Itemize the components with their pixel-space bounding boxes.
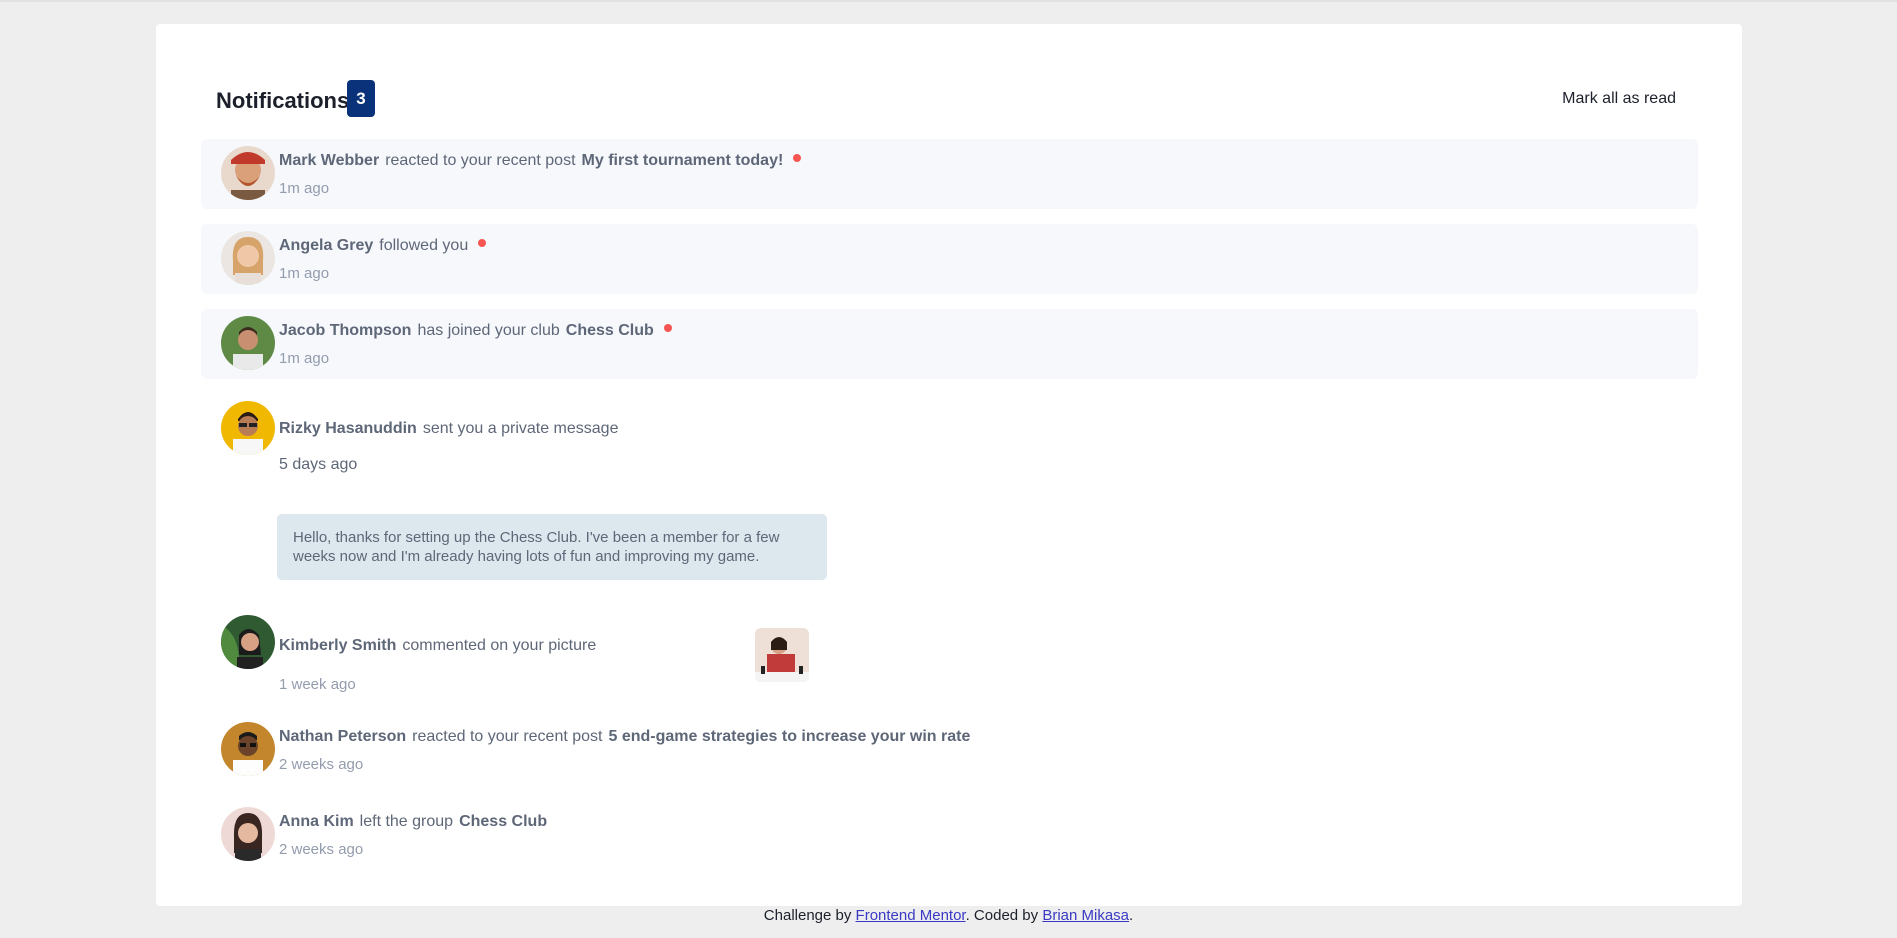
frontend-mentor-link[interactable]: Frontend Mentor	[856, 907, 966, 924]
footer-middle: . Coded by	[965, 907, 1043, 924]
user-name-link[interactable]: Nathan Peterson	[279, 728, 406, 745]
notification-time: 5 days ago	[279, 456, 358, 473]
private-message[interactable]: Hello, thanks for setting up the Chess C…	[277, 514, 827, 580]
notification-time: 2 weeks ago	[279, 756, 364, 773]
user-name-link[interactable]: Mark Webber	[279, 152, 379, 169]
notification-text: Angela Grey followed you	[279, 237, 487, 255]
user-name-link[interactable]: Jacob Thompson	[279, 322, 411, 339]
unread-dot-icon	[478, 239, 487, 247]
attribution-footer: Challenge by Frontend Mentor. Coded by B…	[0, 907, 1897, 924]
notification-text: Jacob Thompson has joined your club Chess …	[279, 322, 672, 340]
avatar	[221, 316, 275, 370]
notification-time: 1m ago	[279, 265, 330, 282]
notification-action: reacted to your recent post	[385, 152, 576, 169]
header: Notifications 3 Mark all as read	[216, 80, 1682, 120]
unread-dot-icon	[793, 154, 802, 162]
post-title-link[interactable]: 5 end-game strategies to increase your w…	[608, 728, 970, 745]
notification-time: 1m ago	[279, 180, 330, 197]
footer-prefix: Challenge by	[763, 907, 856, 924]
notification-action: reacted to your recent post	[412, 728, 603, 745]
commented-picture-thumbnail[interactable]	[755, 628, 809, 682]
notification-time: 1 week ago	[279, 676, 356, 693]
club-link[interactable]: Chess Club	[566, 322, 654, 339]
notification-time: 1m ago	[279, 350, 330, 367]
notification-action: sent you a private message	[422, 420, 619, 437]
unread-dot-icon	[663, 324, 672, 332]
avatar	[221, 722, 275, 776]
notification-text: Anna Kim left the group Chess Club	[279, 813, 547, 831]
avatar	[221, 807, 275, 861]
notification-text: Kimberly Smith commented on your picture	[279, 637, 596, 655]
footer-suffix: .	[1129, 907, 1134, 924]
notification-action: left the group	[359, 813, 454, 830]
notification-action: followed you	[379, 237, 469, 254]
avatar	[221, 146, 275, 200]
notification-item[interactable]: Rizky Hasanuddin sent you a private messa…	[201, 401, 1698, 481]
notification-item[interactable]: Anna Kim left the group Chess Club 2 weeks…	[201, 800, 1698, 870]
user-name-link[interactable]: Rizky Hasanuddin	[279, 420, 417, 437]
unread-count-badge: 3	[347, 80, 375, 117]
notification-item[interactable]: Jacob Thompson has joined your club Chess …	[201, 309, 1698, 379]
user-name-link[interactable]: Kimberly Smith	[279, 637, 396, 654]
user-name-link[interactable]: Anna Kim	[279, 813, 354, 830]
notification-text: Mark Webber reacted to your recent post My…	[279, 152, 802, 170]
user-name-link[interactable]: Angela Grey	[279, 237, 373, 254]
notifications-card: Notifications 3 Mark all as read Mark We…	[156, 24, 1742, 906]
post-title-link[interactable]: My first tournament today!	[582, 152, 784, 169]
avatar	[221, 401, 275, 455]
group-link[interactable]: Chess Club	[459, 813, 547, 830]
top-border	[0, 0, 1897, 2]
notification-item[interactable]: Angela Grey followed you 1m ago	[201, 224, 1698, 294]
mark-all-read-button[interactable]: Mark all as read	[1562, 90, 1676, 108]
avatar	[221, 231, 275, 285]
notification-action: commented on your picture	[402, 637, 597, 654]
notification-item[interactable]: Nathan Peterson reacted to your recent po…	[201, 715, 1698, 785]
avatar	[221, 615, 275, 669]
notification-action: has joined your club	[417, 322, 560, 339]
author-link[interactable]: Brian Mikasa	[1042, 907, 1129, 924]
notification-text: Rizky Hasanuddin sent you a private messa…	[279, 420, 618, 438]
page-title: Notifications	[216, 88, 350, 113]
notification-item[interactable]: Kimberly Smith commented on your picture …	[201, 615, 1698, 695]
notification-text: Nathan Peterson reacted to your recent po…	[279, 728, 970, 746]
notification-time: 2 weeks ago	[279, 841, 364, 858]
notification-item[interactable]: Mark Webber reacted to your recent post My…	[201, 139, 1698, 209]
